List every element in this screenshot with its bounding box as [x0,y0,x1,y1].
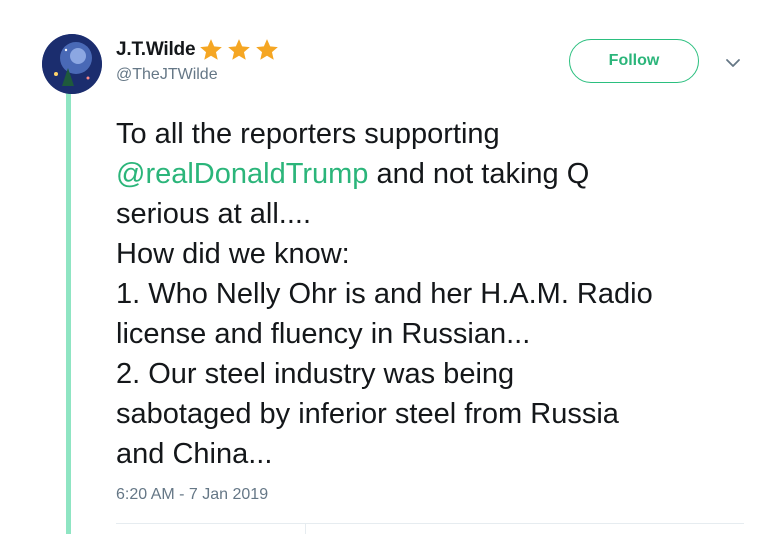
tweet-line: 1. Who Nelly Ohr is and her H.A.M. Radio [116,278,653,310]
divider-tick [305,523,306,534]
tweet-line: How did we know: [116,238,350,270]
mention-link[interactable]: @realDonaldTrump [116,158,368,190]
avatar[interactable] [42,34,102,94]
follow-button[interactable]: Follow [569,39,699,83]
tweet-line: @realDonaldTrump and not taking Q [116,154,756,194]
tweet-line-text: and not taking Q [368,158,590,190]
tweet-line: 2. Our steel industry was being [116,358,515,390]
tweet-line: To all the reporters supporting [116,118,500,150]
star-icon [256,39,279,60]
display-name[interactable]: J.T.Wilde [116,39,196,61]
star-icon [228,39,251,60]
tweet-line: sabotaged by inferior steel from Russia [116,398,619,430]
tweet-line: serious at all.... [116,198,312,230]
tweet-line: license and fluency in Russian... [116,318,531,350]
tweet-text: To all the reporters supporting @realDon… [116,114,756,474]
author-row: J.T.Wilde [116,38,281,62]
divider [116,523,744,524]
tweet-line: and China... [116,438,273,470]
tweet-timestamp[interactable]: 6:20 AM - 7 Jan 2019 [116,486,268,504]
user-handle[interactable]: @TheJTWilde [116,66,218,84]
badge-stars [197,37,281,63]
thread-line [66,92,71,534]
more-menu-button[interactable] [721,53,745,73]
avatar-icon [42,34,102,94]
star-icon [200,39,223,60]
chevron-down-icon [726,59,740,67]
